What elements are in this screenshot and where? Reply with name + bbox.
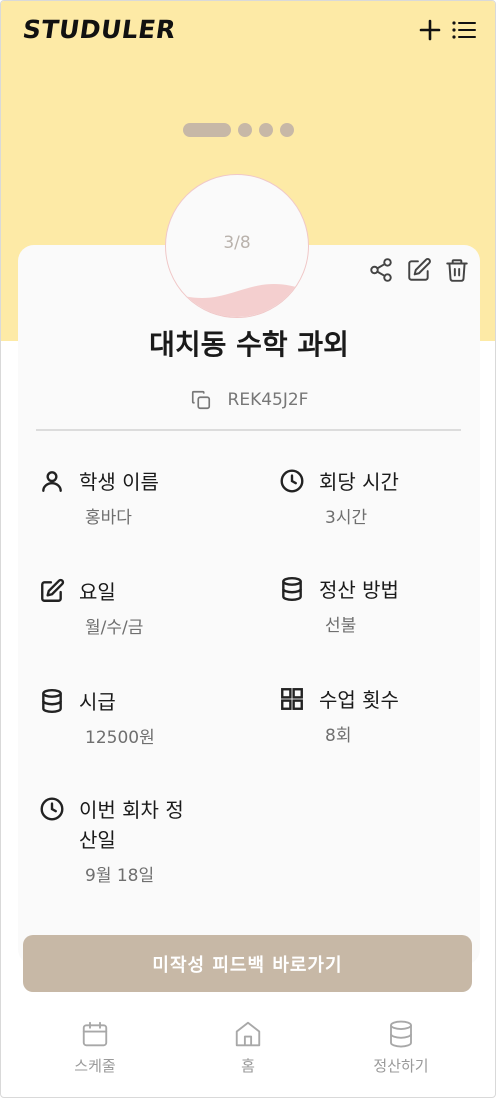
info-label: 수업 횟수 [319, 688, 399, 712]
class-title: 대치동 수학 과외 [149, 328, 349, 361]
tab-settlement[interactable]: 정산하기 [341, 1009, 461, 1076]
database-icon [390, 1020, 412, 1048]
tab-label: 홈 [241, 1057, 255, 1075]
app-logo: STUDULER [20, 15, 178, 44]
info-value: 12500원 [85, 728, 155, 748]
info-label: 정산 방법 [319, 578, 399, 602]
user-icon [42, 471, 62, 492]
clock-icon [280, 469, 304, 493]
carousel-indicator [183, 123, 294, 137]
info-label: 학생 이름 [79, 470, 159, 494]
bottom-tab-bar: 스케줄 홈 정산하기 [1, 1009, 495, 1097]
info-value: 월/수/금 [85, 618, 144, 638]
tab-schedule[interactable]: 스케줄 [35, 1009, 155, 1076]
info-session-count: 수업 횟수 8회 [279, 685, 399, 746]
session-progress-circle: 3/8 [165, 174, 309, 318]
divider [36, 429, 461, 431]
unwritten-feedback-button[interactable]: 미작성 피드백 바로가기 [23, 935, 472, 992]
database-icon [42, 688, 62, 714]
carousel-dot[interactable] [238, 123, 252, 137]
info-label: 산일 [79, 828, 116, 852]
progress-label: 3/8 [223, 233, 251, 253]
info-payment-method: 정산 방법 선불 [279, 575, 399, 636]
tab-label: 정산하기 [373, 1057, 429, 1075]
info-student-name: 학생 이름 홍바다 [39, 467, 159, 528]
carousel-dot-active[interactable] [183, 123, 231, 137]
edit-icon[interactable] [406, 257, 432, 283]
class-code-row[interactable]: REK45J2F [18, 389, 480, 411]
share-icon[interactable] [368, 257, 394, 283]
class-code: REK45J2F [227, 390, 309, 410]
info-value: 9월 18일 [85, 866, 155, 886]
info-value: 8회 [325, 726, 352, 746]
carousel-dot[interactable] [280, 123, 294, 137]
info-hourly-rate: 시급 12500원 [39, 687, 155, 748]
clock-icon [40, 797, 64, 821]
database-icon [282, 576, 302, 602]
card-actions [368, 257, 470, 283]
carousel-dot[interactable] [259, 123, 273, 137]
list-icon[interactable] [451, 19, 477, 41]
info-next-settlement: 이번 회차 정 산일 9월 18일 [39, 795, 184, 886]
info-value: 3시간 [325, 508, 368, 528]
info-label: 회당 시간 [319, 470, 399, 494]
tab-label: 스케줄 [74, 1057, 116, 1075]
info-label: 이번 회차 정 [79, 798, 184, 822]
plus-icon[interactable] [419, 19, 441, 41]
home-icon [235, 1021, 261, 1047]
info-label: 요일 [79, 580, 116, 604]
info-days: 요일 월/수/금 [39, 577, 143, 638]
calendar-icon [82, 1021, 108, 1047]
info-label: 시급 [79, 690, 116, 714]
info-session-time: 회당 시간 3시간 [279, 467, 399, 528]
app-frame: STUDULER 3/8 대치동 수학 과외 REK45J2F 학생 이름 홍바… [0, 0, 496, 1098]
info-value: 홍바다 [85, 508, 132, 528]
edit-icon [41, 578, 65, 602]
grid-icon [281, 688, 303, 710]
trash-icon[interactable] [444, 257, 470, 283]
tab-home[interactable]: 홈 [188, 1009, 308, 1076]
header-actions [419, 19, 477, 41]
info-value: 선불 [325, 616, 357, 636]
copy-icon[interactable] [190, 389, 212, 411]
